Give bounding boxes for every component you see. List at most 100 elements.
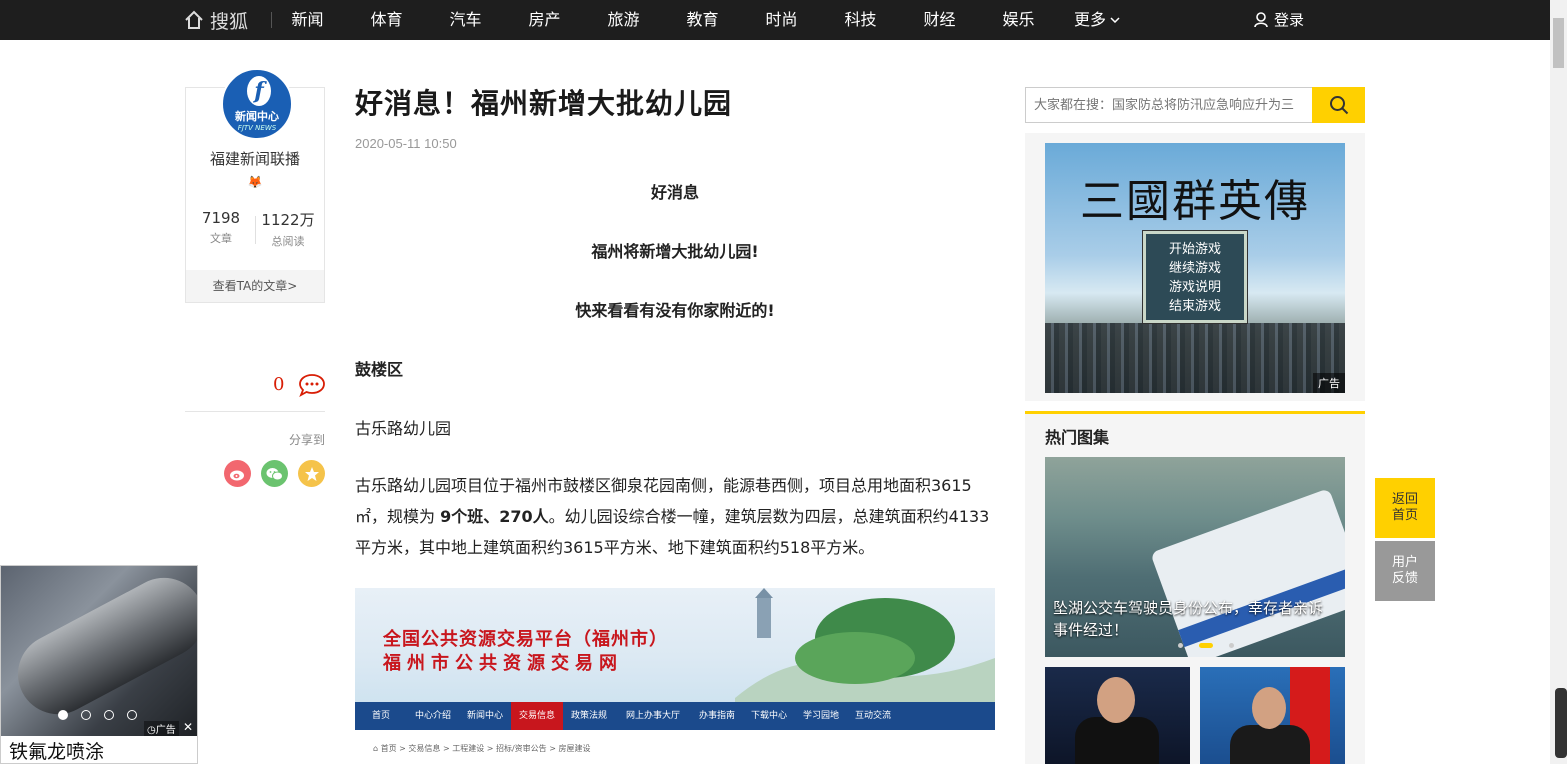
search-button[interactable] (1312, 87, 1365, 123)
top-nav: 搜狐 新闻 体育 汽车 房产 旅游 教育 时尚 科技 财经 娱乐 更多 登录 (0, 0, 1550, 40)
nav-more[interactable]: 更多 (1074, 0, 1120, 40)
corner-ad[interactable]: ◷广告 ✕ 铁氟龙喷涂 (0, 565, 198, 764)
game-ad-image[interactable]: 三國群英傳 开始游戏 继续游戏 游戏说明 结束游戏 广告 (1045, 143, 1345, 393)
nav-item[interactable]: 时尚 (742, 0, 821, 40)
feedback-button[interactable]: 用户 反馈 (1375, 541, 1435, 601)
corner-ad-image[interactable]: ◷广告 ✕ (1, 566, 197, 736)
login-button[interactable]: 登录 (1254, 0, 1304, 40)
wechat-share-button[interactable] (261, 460, 288, 487)
fjtv-logo-icon: f (247, 76, 271, 106)
army-illustration (1045, 323, 1345, 393)
school-name: 古乐路幼儿园 (355, 419, 452, 438)
comment-icon[interactable] (298, 373, 326, 397)
stat-articles: 7198 文章 (191, 209, 251, 246)
embed-banner: 全国公共资源交易平台（福州市） 福州市公共资源交易网 (355, 588, 995, 702)
embed-nav-item: 政策法规 (570, 711, 607, 721)
sohu-logo[interactable]: 搜狐 (184, 8, 249, 33)
weibo-share-button[interactable] (224, 460, 251, 487)
carousel-dot-active[interactable] (58, 710, 68, 720)
embed-breadcrumb-text: 首页 > 交易信息 > 工程建设 > 招标/资审公告 > 房屋建设 (380, 744, 591, 753)
hot-gallery: 热门图集 坠湖公交车驾驶员身份公布，幸存者亲诉事件经过！ (1025, 414, 1365, 764)
nav-item[interactable]: 体育 (347, 0, 426, 40)
article-line-2: 福州将新增大批幼儿园! (591, 242, 759, 261)
ad-menu-item: 继续游戏 (1168, 261, 1221, 276)
face-illustration (1252, 687, 1286, 729)
home-icon (185, 10, 203, 29)
reads-label: 总阅读 (271, 235, 305, 248)
back-to-home-button[interactable]: 返回 首页 (1375, 478, 1435, 538)
gallery-thumb-1[interactable] (1045, 667, 1190, 764)
carousel-dot[interactable] (127, 710, 137, 720)
district-heading: 鼓楼区 (355, 360, 404, 379)
hot-gallery-caption[interactable]: 坠湖公交车驾驶员身份公布，幸存者亲诉事件经过！ (1053, 597, 1337, 641)
ad-menu: 开始游戏 继续游戏 游戏说明 结束游戏 (1143, 231, 1247, 323)
carousel-dot[interactable] (1229, 643, 1234, 648)
roller-illustration (3, 566, 197, 729)
hot-gallery-image[interactable]: 坠湖公交车驾驶员身份公布，幸存者亲诉事件经过！ (1045, 457, 1345, 657)
nav-item[interactable]: 娱乐 (979, 0, 1058, 40)
scrollbar-thumb[interactable] (1553, 18, 1564, 68)
corner-ad-tag-text: 广告 (155, 725, 176, 736)
carousel-dot-active[interactable] (1199, 643, 1213, 648)
embed-nav-item: 办事指南 (698, 711, 735, 721)
corner-ad-text[interactable]: 铁氟龙喷涂 (9, 737, 104, 764)
carousel-dot[interactable] (81, 710, 91, 720)
articles-label: 文章 (210, 232, 232, 245)
nav-item[interactable]: 教育 (663, 0, 742, 40)
embed-nav-item: 首页 (371, 711, 390, 721)
nav-item[interactable]: 旅游 (584, 0, 663, 40)
close-icon[interactable]: ✕ (183, 720, 193, 734)
ad-tag: 广告 (1313, 373, 1345, 393)
person-illustration (1075, 717, 1159, 764)
chevron-down-icon (1110, 17, 1120, 23)
login-label: 登录 (1274, 11, 1305, 29)
corner-ad-tag: ◷广告 (144, 721, 179, 736)
logo-text: 搜狐 (210, 10, 249, 33)
weibo-icon (230, 470, 244, 480)
search-input[interactable] (1025, 87, 1313, 123)
embed-title-1: 全国公共资源交易平台（福州市） (383, 629, 668, 650)
nav-item[interactable]: 财经 (900, 0, 979, 40)
feedback-label-1: 用户 (1391, 555, 1418, 570)
search-icon (1329, 96, 1348, 115)
avatar-subtext: FJTV NEWS (237, 124, 277, 132)
avatar-text: 新闻中心 (235, 110, 279, 123)
embed-nav: 首页 中心介绍 新闻中心 交易信息 政策法规 网上办事大厅 办事指南 下载中心 学习园地 互动交流 (355, 702, 995, 730)
carousel-dot[interactable] (104, 710, 114, 720)
para-text-bold: 9个班、270人 (440, 507, 549, 526)
share-label: 分享到 (288, 433, 325, 447)
author-name[interactable]: 福建新闻联播 (186, 148, 324, 169)
nav-item[interactable]: 汽车 (426, 0, 505, 40)
nav-item[interactable]: 科技 (821, 0, 900, 40)
articles-count: 7198 (201, 209, 241, 227)
nav-more-label: 更多 (1074, 10, 1107, 29)
side-widget[interactable] (1555, 688, 1567, 758)
author-card: f 新闻中心 FJTV NEWS 福建新闻联播 🦊 7198 文章 1122万 … (185, 68, 325, 303)
ad-menu-item: 开始游戏 (1168, 242, 1221, 257)
landscape-illustration (735, 588, 995, 702)
wechat-icon (266, 467, 283, 480)
ad-box: 三國群英傳 开始游戏 继续游戏 游戏说明 结束游戏 广告 (1025, 133, 1365, 401)
stat-divider (255, 216, 256, 244)
nav-items: 新闻 体育 汽车 房产 旅游 教育 时尚 科技 财经 娱乐 (268, 0, 1058, 40)
favorite-share-button[interactable] (298, 460, 325, 487)
gallery-thumb-2[interactable] (1200, 667, 1345, 764)
embed-nav-item: 互动交流 (854, 711, 891, 721)
carousel-dot[interactable] (1178, 643, 1183, 648)
avatar[interactable]: f 新闻中心 FJTV NEWS (221, 68, 293, 140)
feedback-label-2: 反馈 (1391, 571, 1418, 586)
view-author-articles-link[interactable]: 查看TA的文章> (186, 270, 324, 302)
nav-item[interactable]: 新闻 (268, 0, 347, 40)
nav-item[interactable]: 房产 (505, 0, 584, 40)
embed-title-2: 福州市公共资源交易网 (383, 653, 623, 674)
user-icon (1254, 12, 1268, 28)
reads-count: 1122万 (261, 211, 315, 229)
page-scrollbar[interactable] (1550, 0, 1567, 764)
article-title: 好消息！福州新增大批幼儿园 (355, 87, 733, 120)
article-paragraph: 古乐路幼儿园项目位于福州市鼓楼区御泉花园南侧，能源巷西侧，项目总用地面积3615… (355, 470, 995, 563)
hot-gallery-title: 热门图集 (1045, 428, 1110, 447)
fox-badge-icon: 🦊 (247, 175, 263, 189)
comment-count[interactable]: 0 (273, 374, 284, 395)
embed-nav-item: 新闻中心 (466, 711, 503, 721)
home-label-2: 首页 (1391, 508, 1418, 523)
